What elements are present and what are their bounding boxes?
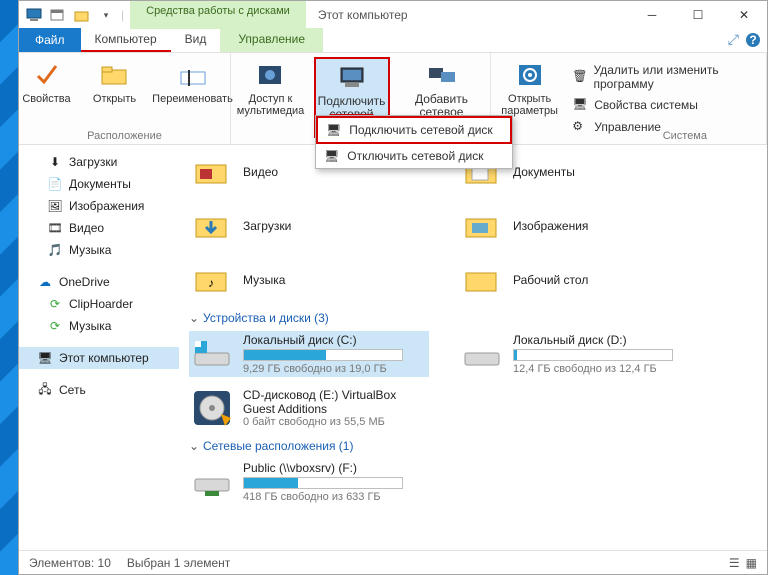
navigation-pane: ⬇Загрузки 📄Документы 🖼Изображения 🎞Видео…: [19, 145, 179, 550]
picture-icon: 🖼: [47, 198, 63, 214]
folder-desktop[interactable]: Рабочий стол: [459, 257, 699, 303]
folder-pictures[interactable]: Изображения: [459, 203, 699, 249]
content-pane: Видео Документы Загрузки Изображения ♪Му…: [179, 145, 767, 550]
nav-videos[interactable]: 🎞Видео: [19, 217, 179, 239]
tab-computer[interactable]: Компьютер: [81, 28, 171, 52]
checkmark-icon: [31, 59, 63, 91]
nav-music2[interactable]: ⟳Музыка: [19, 315, 179, 337]
status-selected: Выбран 1 элемент: [127, 556, 230, 570]
newfolder-icon[interactable]: [73, 6, 91, 24]
nav-documents[interactable]: 📄Документы: [19, 173, 179, 195]
system-properties-button[interactable]: 🖥Свойства системы: [568, 95, 758, 115]
window-controls: ─ ☐ ✕: [629, 1, 767, 29]
uninstall-icon: 🗑: [572, 69, 587, 85]
media-icon: [255, 59, 287, 91]
status-elements: Элементов: 10: [29, 556, 111, 570]
chevron-down-icon: ⌄: [189, 311, 199, 325]
explorer-body: ⬇Загрузки 📄Документы 🖼Изображения 🎞Видео…: [19, 145, 767, 550]
map-drive-dropdown: 🖥 Подключить сетевой диск 🖥 Отключить се…: [315, 115, 513, 169]
uninstall-program-button[interactable]: 🗑Удалить или изменить программу: [568, 61, 758, 93]
open-button[interactable]: Открыть: [83, 57, 147, 107]
manage-icon: ⚙: [572, 119, 588, 135]
network-drive-icon: [336, 61, 368, 93]
cloud-icon: ☁: [37, 274, 53, 290]
nav-music[interactable]: 🎵Музыка: [19, 239, 179, 261]
window-title: Этот компьютер: [306, 1, 629, 29]
properties-icon[interactable]: [49, 6, 67, 24]
usage-bar: [243, 477, 403, 489]
disconnect-network-drive-item[interactable]: 🖥 Отключить сетевой диск: [316, 144, 512, 168]
drive-disconnect-icon: 🖥: [324, 149, 339, 163]
contextual-tab-header: Средства работы с дисками: [130, 1, 306, 29]
folder-icon: [461, 259, 503, 301]
titlebar: ▾ | Средства работы с дисками Этот компь…: [19, 1, 767, 29]
close-button[interactable]: ✕: [721, 1, 767, 29]
usage-bar: [243, 349, 403, 361]
add-network-icon: [426, 59, 458, 91]
folder-icon: [191, 205, 233, 247]
system-icon: 🖥: [572, 97, 588, 113]
nav-downloads[interactable]: ⬇Загрузки: [19, 151, 179, 173]
drive-e-cdrom[interactable]: CD-дисковод (E:) VirtualBox Guest Additi…: [189, 385, 429, 431]
quick-access-toolbar: ▾ |: [19, 1, 130, 29]
ribbon-tabs: Файл Компьютер Вид Управление ⤢ ?: [19, 29, 767, 53]
category-devices[interactable]: ⌄Устройства и диски (3): [189, 311, 757, 325]
sync-icon: ⟳: [47, 296, 63, 312]
nav-thispc[interactable]: 🖥Этот компьютер: [19, 347, 179, 369]
drive-c[interactable]: Локальный диск (C:) 9,29 ГБ свободно из …: [189, 331, 429, 377]
tab-manage[interactable]: Управление: [220, 28, 323, 52]
properties-button[interactable]: Свойства: [15, 57, 79, 107]
usage-bar: [513, 349, 673, 361]
nav-onedrive[interactable]: ☁OneDrive: [19, 271, 179, 293]
nav-pictures[interactable]: 🖼Изображения: [19, 195, 179, 217]
category-network-locations[interactable]: ⌄Сетевые расположения (1): [189, 439, 757, 453]
drive-icon: [461, 333, 503, 375]
help-icon[interactable]: ?: [745, 32, 761, 48]
minimize-button[interactable]: ─: [629, 1, 675, 29]
rename-icon: [177, 59, 209, 91]
folder-icon: [191, 151, 233, 193]
cd-icon: [191, 387, 233, 429]
connect-network-drive-item[interactable]: 🖥 Подключить сетевой диск: [316, 116, 512, 144]
settings-icon: [514, 59, 546, 91]
network-drive-icon: [191, 461, 233, 503]
folder-music[interactable]: ♪Музыка: [189, 257, 429, 303]
music-icon: 🎵: [47, 242, 63, 258]
rename-button[interactable]: Переименовать: [151, 57, 235, 107]
chevron-down-icon: ⌄: [189, 439, 199, 453]
view-details-icon[interactable]: ☰: [729, 556, 740, 570]
folder-icon: [461, 205, 503, 247]
nav-cliphoarder[interactable]: ⟳ClipHoarder: [19, 293, 179, 315]
drive-icon: [191, 333, 233, 375]
network-drive-f[interactable]: Public (\\vboxsrv) (F:) 418 ГБ свободно …: [189, 459, 429, 505]
status-bar: Элементов: 10 Выбран 1 элемент ☰ ▦: [19, 550, 767, 574]
drive-connect-icon: 🖥: [326, 123, 341, 137]
media-access-button[interactable]: Доступ к мультимедиа: [232, 57, 310, 138]
folder-open-icon: [99, 59, 131, 91]
folder-icon: ♪: [191, 259, 233, 301]
open-settings-button[interactable]: Открыть параметры: [499, 57, 560, 119]
tab-view[interactable]: Вид: [171, 28, 221, 52]
view-tiles-icon[interactable]: ▦: [746, 556, 757, 570]
nav-network[interactable]: 🖧Сеть: [19, 379, 179, 401]
video-icon: 🎞: [47, 220, 63, 236]
thispc-icon: [25, 6, 43, 24]
svg-text:?: ?: [749, 33, 756, 47]
drive-d[interactable]: Локальный диск (D:) 12,4 ГБ свободно из …: [459, 331, 699, 377]
document-icon: 📄: [47, 176, 63, 192]
sync-icon: ⟳: [47, 318, 63, 334]
svg-text:♪: ♪: [208, 276, 214, 290]
folder-downloads[interactable]: Загрузки: [189, 203, 429, 249]
network-icon: 🖧: [37, 382, 53, 398]
download-icon: ⬇: [47, 154, 63, 170]
tab-file[interactable]: Файл: [19, 28, 81, 52]
qat-dropdown-icon[interactable]: ▾: [97, 6, 115, 24]
pc-icon: 🖥: [37, 350, 53, 366]
ribbon-minimize-icon[interactable]: ⤢: [728, 31, 739, 48]
explorer-window: ▾ | Средства работы с дисками Этот компь…: [18, 0, 768, 575]
maximize-button[interactable]: ☐: [675, 1, 721, 29]
